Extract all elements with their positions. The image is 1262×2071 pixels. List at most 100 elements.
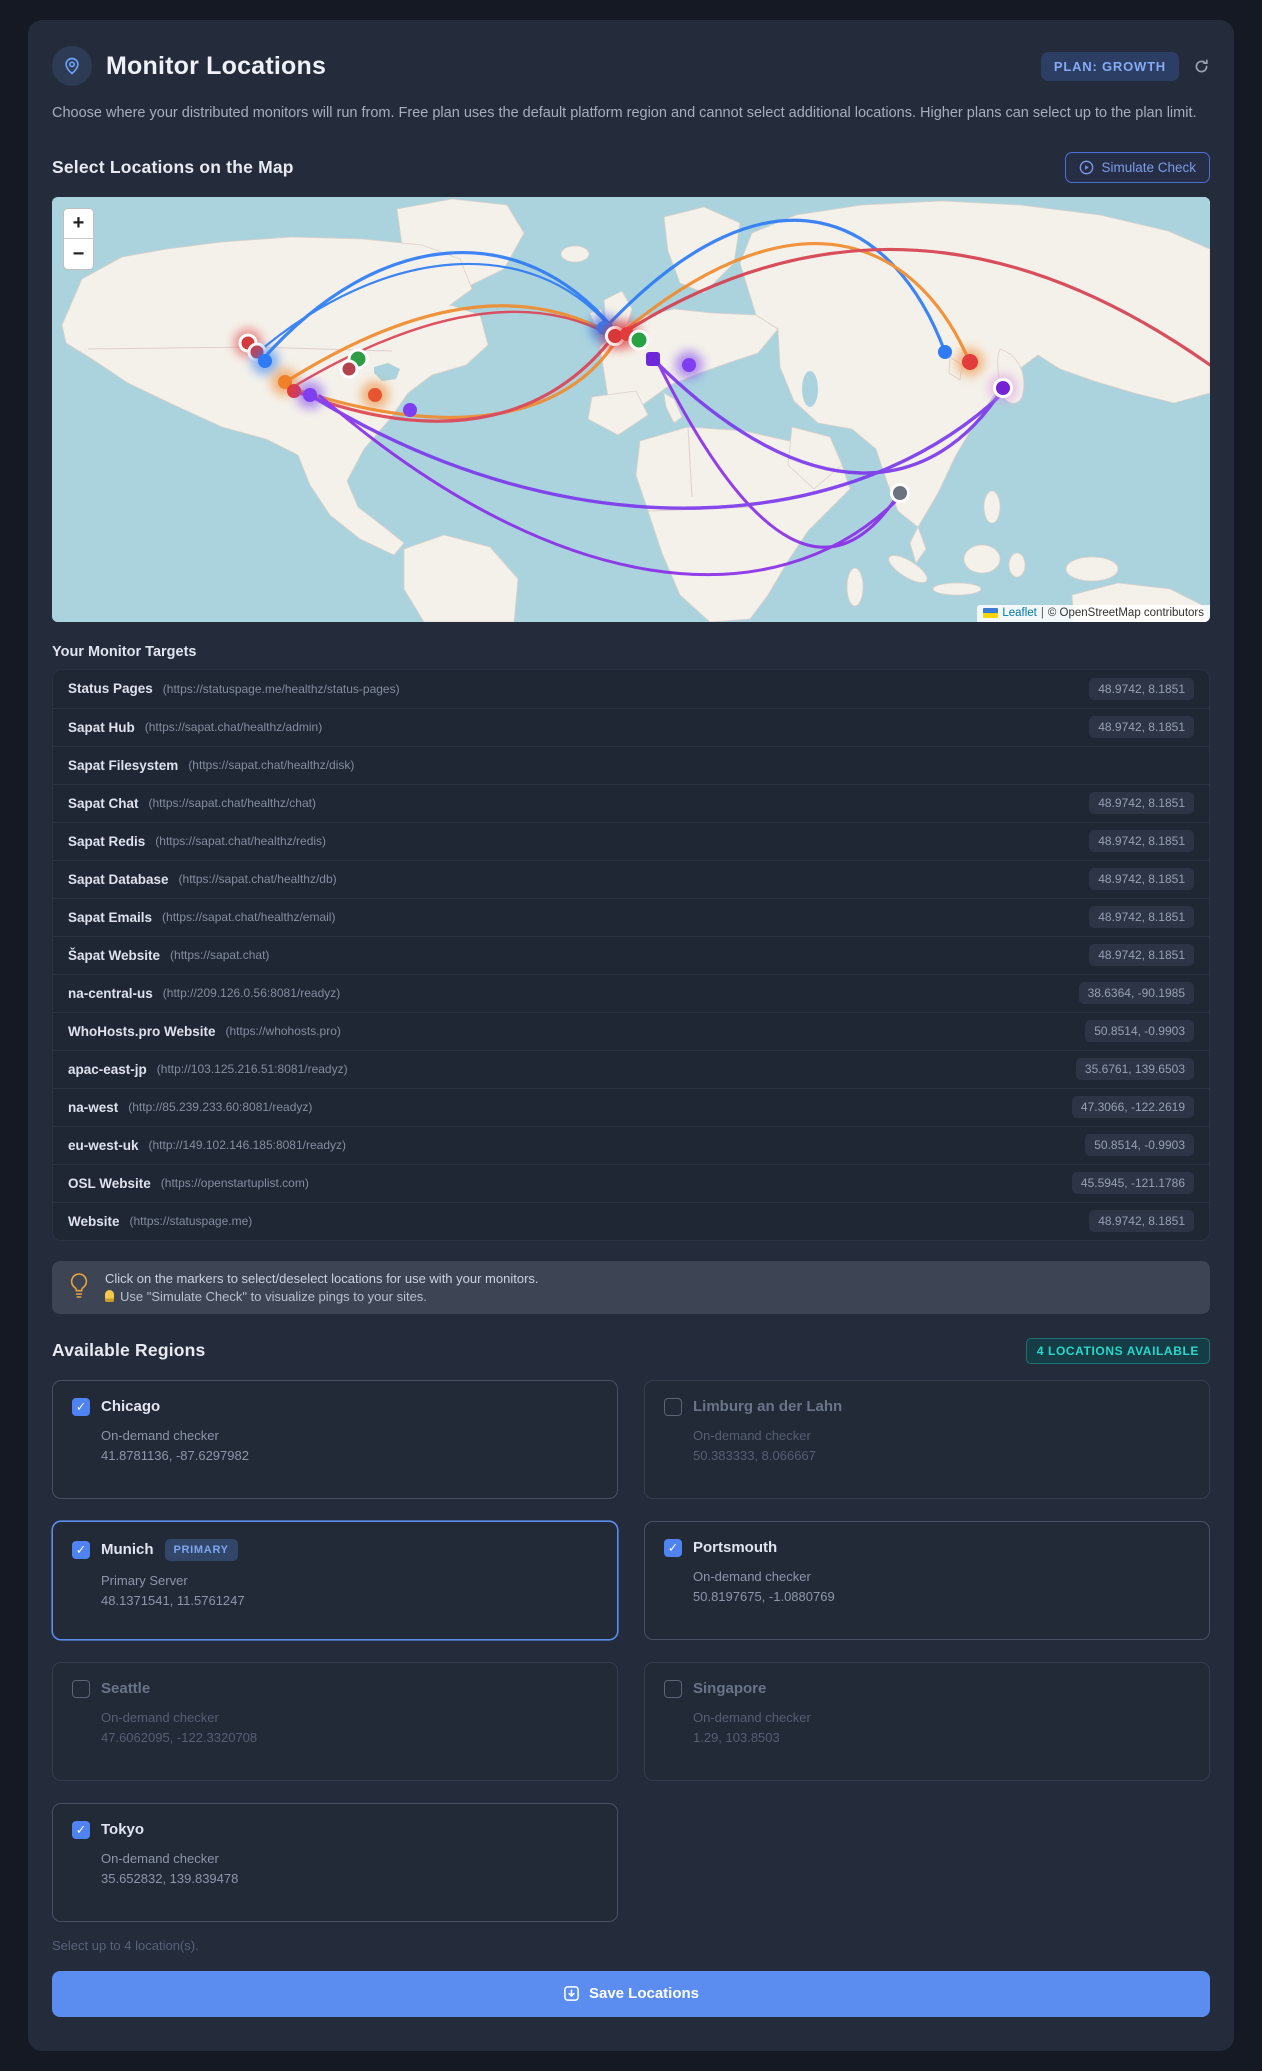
region-checkbox[interactable] [72,1397,90,1416]
target-url: (https://sapat.chat) [170,948,270,963]
region-checkbox[interactable] [72,1540,90,1559]
target-name: Šapat Website [68,947,161,963]
osm-attribution[interactable]: © OpenStreetMap contributors [1048,607,1204,619]
tip-line-1: Click on the markers to select/deselect … [105,1270,539,1286]
target-name: Status Pages [68,681,153,697]
target-row: OSL Website (https://openstartuplist.com… [53,1163,1209,1202]
region-type: On-demand checker [693,1568,811,1584]
target-row: na-west (http://85.239.233.60:8081/ready… [53,1087,1209,1126]
world-map[interactable]: + − Leaflet | © OpenStreetMap contributo… [52,196,1210,622]
header: Monitor Locations PLAN: GROWTH [52,46,1210,86]
target-row: na-central-us (http://209.126.0.56:8081/… [53,973,1209,1012]
map-marker[interactable] [962,353,978,370]
region-checkbox[interactable] [664,1538,682,1557]
region-type: On-demand checker [101,1709,219,1725]
save-locations-button[interactable]: Save Locations [52,1970,1210,2017]
target-url: (https://sapat.chat/healthz/email) [162,910,336,925]
map-marker[interactable] [646,351,660,366]
target-row: Sapat Database (https://sapat.chat/healt… [53,859,1209,898]
target-row: Sapat Redis (https://sapat.chat/healthz/… [53,821,1209,860]
leaflet-link[interactable]: Leaflet [1002,607,1037,619]
locations-available-badge: 4 LOCATIONS AVAILABLE [1025,1337,1210,1364]
map-marker[interactable] [303,387,317,402]
play-circle-icon [1080,160,1094,175]
region-card[interactable]: Portsmouth On-demand checker 50.8197675,… [644,1520,1210,1640]
region-checkbox[interactable] [72,1820,90,1839]
target-row: Website (https://statuspage.me) 48.9742,… [53,1201,1209,1240]
zoom-in-button[interactable]: + [64,208,93,239]
region-cards-grid: Chicago On-demand checker 41.8781136, -8… [52,1379,1210,1922]
target-row: Sapat Filesystem (https://sapat.chat/hea… [53,745,1209,784]
target-row: Status Pages (https://statuspage.me/heal… [53,670,1209,708]
target-name: na-west [68,1099,119,1115]
map-zoom-control: + − [63,207,94,270]
region-coords: 41.8781136, -87.6297982 [101,1448,249,1464]
region-type: On-demand checker [101,1850,219,1866]
region-coords: 50.8197675, -1.0880769 [693,1589,835,1605]
target-row: Šapat Website (https://sapat.chat) 48.97… [53,935,1209,974]
region-checkbox[interactable] [72,1679,90,1698]
simulate-check-button[interactable]: Simulate Check [1065,151,1210,183]
region-name: Seattle [101,1680,151,1698]
target-row: Sapat Hub (https://sapat.chat/healthz/ad… [53,707,1209,746]
target-name: OSL Website [68,1175,151,1191]
region-card[interactable]: Singapore On-demand checker 1.29, 103.85… [644,1661,1210,1781]
region-card[interactable]: Tokyo On-demand checker 35.652832, 139.8… [52,1802,618,1922]
map-marker[interactable] [258,353,272,368]
target-row: WhoHosts.pro Website (https://whohosts.p… [53,1011,1209,1050]
target-coords-badge: 35.6761, 139.6503 [1075,1058,1194,1081]
target-url: (https://sapat.chat/healthz/db) [178,872,337,887]
region-checkbox[interactable] [664,1397,682,1416]
target-coords-badge: 50.8514, -0.9903 [1085,1020,1194,1043]
region-coords: 35.652832, 139.839478 [101,1871,239,1887]
map-marker[interactable] [339,359,359,379]
monitor-locations-panel: Monitor Locations PLAN: GROWTH Choose wh… [28,20,1234,2051]
map-marker[interactable] [993,377,1013,398]
select-limit-note: Select up to 4 location(s). [52,1937,199,1953]
target-url: (https://sapat.chat/healthz/chat) [148,796,316,811]
region-coords: 47.6062095, -122.3320708 [101,1730,258,1746]
targets-title: Your Monitor Targets [52,643,197,660]
region-checkbox[interactable] [664,1679,682,1698]
zoom-out-button[interactable]: − [64,238,93,269]
region-name: Singapore [693,1680,767,1698]
target-row: apac-east-jp (http://103.125.216.51:8081… [53,1049,1209,1088]
target-name: Sapat Chat [68,795,139,811]
map-marker[interactable] [368,387,382,402]
target-url: (http://85.239.233.60:8081/readyz) [128,1100,313,1115]
target-url: (https://statuspage.me/healthz/status-pa… [162,681,400,696]
region-type: On-demand checker [101,1427,219,1443]
refresh-icon[interactable] [1193,58,1210,75]
region-card[interactable]: Chicago On-demand checker 41.8781136, -8… [52,1379,618,1499]
region-card[interactable]: Munich PRIMARY Primary Server 48.1371541… [52,1520,618,1640]
map-attribution: Leaflet | © OpenStreetMap contributors [977,604,1210,622]
target-url: (http://149.102.146.185:8081/readyz) [148,1138,346,1153]
map-marker[interactable] [682,357,696,372]
region-card[interactable]: Seattle On-demand checker 47.6062095, -1… [52,1661,618,1781]
map-marker[interactable] [890,482,910,503]
map-marker[interactable] [403,402,417,417]
target-coords-badge: 50.8514, -0.9903 [1085,1134,1194,1157]
region-name: Tokyo [101,1821,145,1839]
target-name: Sapat Emails [68,909,153,925]
target-coords-badge: 48.9742, 8.1851 [1089,677,1194,700]
region-name: Limburg an der Lahn [693,1398,843,1416]
target-url: (https://openstartuplist.com) [160,1176,309,1191]
lightbulb-icon [70,1273,88,1299]
target-coords-badge: 48.9742, 8.1851 [1089,868,1194,891]
tip-box: Click on the markers to select/deselect … [52,1260,1210,1314]
region-coords: 50.383333, 8.066667 [693,1448,816,1464]
map-marker[interactable] [938,344,952,359]
target-coords-badge: 48.9742, 8.1851 [1089,906,1194,929]
save-icon [564,1986,579,2002]
region-card[interactable]: Limburg an der Lahn On-demand checker 50… [644,1379,1210,1499]
bulb-emoji [105,1290,114,1303]
map-section-title: Select Locations on the Map [52,156,294,177]
ukraine-flag-icon [983,607,999,618]
page-description: Choose where your distributed monitors w… [52,105,1197,121]
page-title: Monitor Locations [106,51,327,80]
plan-badge: PLAN: GROWTH [1040,51,1179,81]
primary-badge: PRIMARY [164,1538,238,1561]
target-name: Sapat Filesystem [68,757,179,773]
map-marker[interactable] [628,329,650,351]
